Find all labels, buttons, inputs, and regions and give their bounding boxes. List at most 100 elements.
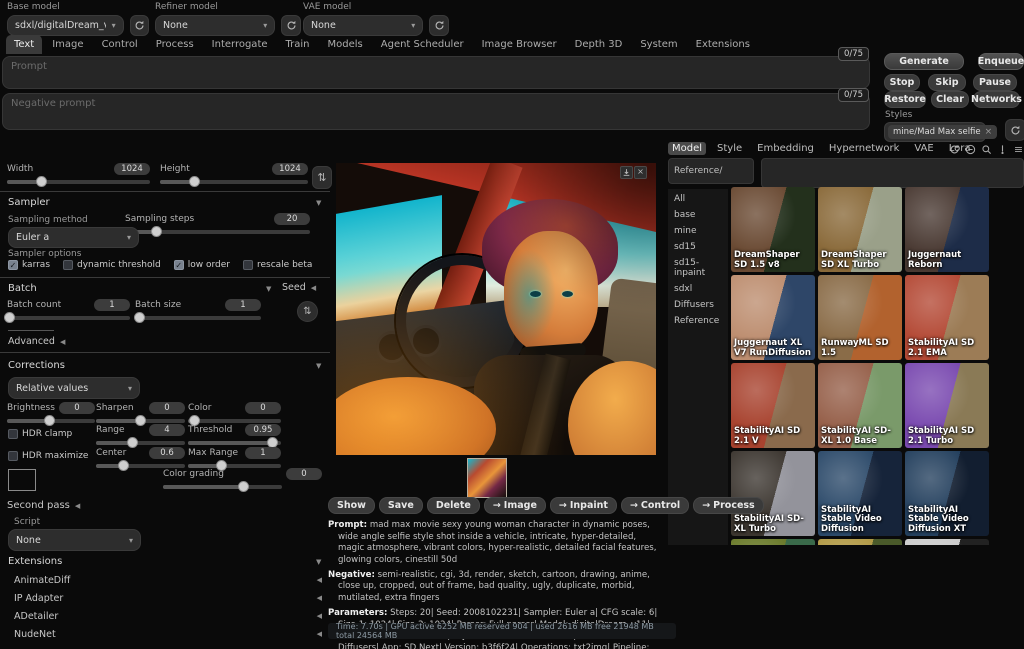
width-slider[interactable]: Width1024 — [7, 163, 150, 184]
sampling-method-select[interactable]: Euler a ▾ — [8, 227, 139, 248]
swap-dimensions-button[interactable]: ⇅ — [312, 166, 332, 189]
gallery-button-delete[interactable]: Delete — [427, 497, 480, 514]
slider-track[interactable] — [188, 419, 281, 423]
max-range-slider[interactable]: Max Range1 — [188, 447, 281, 468]
generated-image[interactable]: × — [336, 163, 656, 455]
category-sdxl[interactable]: sdxl — [668, 281, 728, 297]
extension-animatediff[interactable]: AnimateDiff◀ — [14, 571, 322, 589]
enqueue-button[interactable]: Enqueue — [978, 53, 1024, 70]
networks-tab-hypernetwork[interactable]: Hypernetwork — [825, 142, 903, 155]
networks-button[interactable]: Networks — [973, 91, 1020, 108]
checkbox-rescale-beta[interactable]: rescale beta — [243, 260, 312, 270]
model-card[interactable]: StabilityAI Stable Video Diffusion — [818, 451, 902, 536]
color-grading-swatch[interactable] — [8, 469, 36, 491]
slider-knob[interactable] — [44, 415, 55, 426]
color-slider[interactable]: Color0 — [188, 402, 281, 423]
slider-track[interactable] — [96, 419, 185, 423]
tab-process[interactable]: Process — [148, 35, 202, 54]
tab-depth-3d[interactable]: Depth 3D — [567, 35, 631, 54]
network-description-box[interactable] — [761, 158, 1024, 188]
tab-interrogate[interactable]: Interrogate — [204, 35, 276, 54]
model-card[interactable] — [818, 539, 902, 545]
networks-tab-vae[interactable]: VAE — [910, 142, 937, 155]
slider-knob[interactable] — [151, 226, 162, 237]
stop-button[interactable]: Stop — [884, 74, 920, 91]
model-card[interactable] — [731, 539, 815, 545]
save-style-icon[interactable] — [996, 143, 1009, 156]
slider-track[interactable] — [96, 441, 185, 445]
networks-tab-style[interactable]: Style — [713, 142, 746, 155]
model-card[interactable]: StabilityAI SD 2.1 EMA — [905, 275, 989, 360]
model-card[interactable]: StabilityAI SD 2.1 V — [731, 363, 815, 448]
category-mine[interactable]: mine — [668, 223, 728, 239]
checkbox-dynamic-threshold[interactable]: dynamic threshold — [63, 260, 161, 270]
category-sd15-inpaint[interactable]: sd15-inpaint — [668, 255, 728, 281]
close-image-button[interactable]: × — [634, 166, 647, 179]
model-card[interactable]: Juggernaut Reborn — [905, 187, 989, 272]
checkbox-low-order[interactable]: ✓low order — [174, 260, 230, 270]
tab-system[interactable]: System — [632, 35, 685, 54]
tab-text[interactable]: Text — [6, 35, 42, 54]
model-card[interactable] — [905, 539, 989, 545]
tab-models[interactable]: Models — [320, 35, 371, 54]
slider-track[interactable] — [160, 180, 308, 184]
category-sd15[interactable]: sd15 — [668, 239, 728, 255]
gallery-button-control[interactable]: →Control — [621, 497, 689, 514]
advanced-accordion[interactable]: Advanced ◀ — [8, 336, 65, 347]
extension-adetailer[interactable]: ADetailer◀ — [14, 607, 322, 625]
slider-knob[interactable] — [36, 176, 47, 187]
gallery-button-process[interactable]: →Process — [693, 497, 764, 514]
model-card[interactable]: StabilityAI SD-XL Turbo — [731, 451, 815, 536]
slider-track[interactable] — [7, 316, 130, 320]
tab-train[interactable]: Train — [278, 35, 318, 54]
negative-prompt-input[interactable] — [2, 93, 870, 130]
hdr-clamp-checkbox[interactable]: HDR clamp — [8, 429, 72, 439]
slider-track[interactable] — [163, 485, 282, 489]
styles-refresh-button[interactable] — [1005, 119, 1024, 141]
search-icon[interactable] — [980, 143, 993, 156]
styles-select[interactable]: mine/Mad Max selfie × — [884, 122, 986, 142]
threshold-slider[interactable]: Threshold0.95 — [188, 424, 281, 445]
restore-button[interactable]: Restore — [884, 91, 926, 108]
style-chip-remove-icon[interactable]: × — [985, 127, 993, 137]
tab-control[interactable]: Control — [94, 35, 146, 54]
tab-agent-scheduler[interactable]: Agent Scheduler — [373, 35, 472, 54]
second-pass-accordion[interactable]: Second pass ◀ — [7, 500, 80, 511]
collapse-icon[interactable]: ▼ — [266, 285, 271, 293]
gallery-button-save[interactable]: Save — [379, 497, 423, 514]
slider-knob[interactable] — [4, 312, 15, 323]
tab-image[interactable]: Image — [44, 35, 91, 54]
generate-button[interactable]: Generate — [884, 53, 964, 70]
extension-nudenet[interactable]: NudeNet◀ — [14, 625, 322, 643]
range-slider[interactable]: Range4 — [96, 424, 185, 445]
category-base[interactable]: base — [668, 207, 728, 223]
networks-tab-lora[interactable]: Lora — [945, 142, 975, 155]
brightness-slider[interactable]: Brightness0 — [7, 402, 95, 423]
checkbox-karras[interactable]: ✓karras — [8, 260, 50, 270]
hdr-maximize-checkbox[interactable]: HDR maximize — [8, 451, 88, 461]
seed-accordion[interactable]: Seed ◀ — [282, 282, 316, 293]
extension-ip-adapter[interactable]: IP Adapter◀ — [14, 589, 322, 607]
collapse-icon[interactable]: ▼ — [316, 199, 321, 207]
slider-track[interactable] — [135, 316, 261, 320]
color-grading-slider[interactable]: Color grading0 — [163, 468, 322, 489]
model-card[interactable]: DreamShaper SD XL Turbo — [818, 187, 902, 272]
model-card[interactable]: Juggernaut XL V7 RunDiffusion — [731, 275, 815, 360]
model-card[interactable]: StabilityAI SD 2.1 Turbo — [905, 363, 989, 448]
slider-track[interactable] — [7, 180, 150, 184]
script-select[interactable]: None ▾ — [8, 529, 141, 551]
gallery-button-inpaint[interactable]: →Inpaint — [550, 497, 617, 514]
collapse-icon[interactable]: ▼ — [316, 558, 321, 566]
slider-knob[interactable] — [238, 481, 249, 492]
model-card[interactable]: RunwayML SD 1.5 — [818, 275, 902, 360]
batch-count-slider[interactable]: Batch count1 — [7, 299, 130, 320]
prompt-input[interactable] — [2, 56, 870, 89]
category-all[interactable]: All — [668, 191, 728, 207]
skip-button[interactable]: Skip — [928, 74, 966, 91]
gallery-thumbnail[interactable] — [467, 458, 507, 498]
clear-button[interactable]: Clear — [931, 91, 969, 108]
gallery-button-image[interactable]: →Image — [484, 497, 546, 514]
batch-size-slider[interactable]: Batch size1 — [135, 299, 261, 320]
slider-knob[interactable] — [189, 176, 200, 187]
sort-list-icon[interactable]: ≡ — [1012, 143, 1024, 156]
